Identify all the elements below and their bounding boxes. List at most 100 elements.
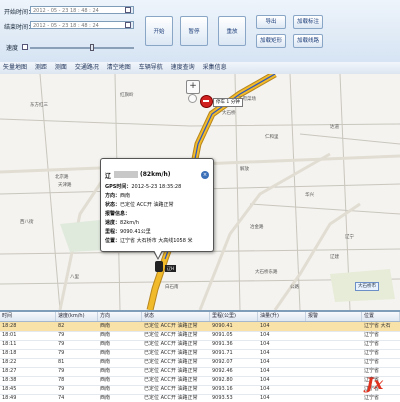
zoom-in-icon[interactable]: + xyxy=(186,80,200,94)
close-icon[interactable]: × xyxy=(201,171,209,179)
export-button[interactable]: 导出 xyxy=(256,15,286,29)
col-speed[interactable]: 速度(km/h) xyxy=(56,312,98,321)
table-cell-dir: 西南 xyxy=(100,323,111,329)
table-cell-pos: 辽宁省 大石 xyxy=(364,323,391,329)
stop-marker-icon[interactable] xyxy=(200,95,213,108)
menu-collect-info[interactable]: 采集信息 xyxy=(200,62,230,74)
table-cell-alarm xyxy=(306,376,308,385)
col-position[interactable]: 位置 xyxy=(362,312,400,321)
table-header: 时间 速度(km/h) 方向 状态 里程(公里) 油量(升) 报警 位置 xyxy=(0,312,400,322)
zoom-handle-icon[interactable] xyxy=(188,94,197,103)
map-place: 红旗岭 xyxy=(120,93,134,98)
stop-label: 停车 1 分钟 xyxy=(213,98,243,107)
table-cell-pos: 辽宁省 xyxy=(364,359,380,365)
menu-navigation[interactable]: 车辆导航 xyxy=(136,62,166,74)
table-cell-mileage: 9091.36 xyxy=(212,341,233,347)
map-place: 仁和里 xyxy=(265,135,279,140)
table-cell-alarm xyxy=(306,349,308,358)
menu-measure-distance[interactable]: 测距 xyxy=(32,62,50,74)
map-place: 辽建 xyxy=(330,255,339,260)
gps-time-label: GPS时间： xyxy=(105,184,132,190)
table-cell-status: 已定位 ACC开 油路正常 xyxy=(144,341,198,347)
table-cell-pos: 辽宁省 xyxy=(364,341,380,347)
table-cell-alarm xyxy=(306,340,308,349)
col-direction[interactable]: 方向 xyxy=(98,312,142,321)
table-cell-dir: 西南 xyxy=(100,332,111,338)
table-cell-status: 已定位 ACC开 油路正常 xyxy=(144,332,198,338)
add-marker-button[interactable]: 加载标注 xyxy=(293,15,323,29)
table-cell-time: 18:38 xyxy=(2,377,17,383)
map-place: 白石南 xyxy=(165,285,179,290)
menu-traffic[interactable]: 交通路况 xyxy=(72,62,102,74)
table-cell-status: 已定位 ACC开 油路正常 xyxy=(144,359,198,365)
table-cell-mileage: 9091.71 xyxy=(212,350,233,356)
map-place: 西八街 xyxy=(20,220,34,225)
map-place: 华兴 xyxy=(305,193,314,198)
end-time-input[interactable]: 2012 - 05 - 23 18 : 48 : 24 ▴▾ xyxy=(30,21,134,29)
table-cell-alarm xyxy=(306,358,308,367)
table-cell-pos: 辽宁省 xyxy=(364,332,380,338)
table-cell-mileage: 9091.05 xyxy=(212,332,233,338)
speed-checkbox[interactable] xyxy=(22,44,28,50)
map-place: 解放 xyxy=(240,167,249,172)
track-table: 时间 速度(km/h) 方向 状态 里程(公里) 油量(升) 报警 位置 18:… xyxy=(0,310,400,402)
menu-vector-map[interactable]: 矢量地图 xyxy=(0,62,30,74)
table-cell-time: 18:27 xyxy=(2,368,17,374)
start-time-checkbox[interactable] xyxy=(125,7,131,13)
table-cell-status: 已定位 ACC开 油路正常 xyxy=(144,350,198,356)
table-cell-time: 18:11 xyxy=(2,341,17,347)
table-cell-mileage: 9093.16 xyxy=(212,386,233,392)
end-time-checkbox[interactable] xyxy=(125,22,131,28)
vehicle-label: 辽H xyxy=(165,265,177,272)
col-mileage[interactable]: 里程(公里) xyxy=(210,312,258,321)
position-label: 位置： xyxy=(105,238,121,244)
table-cell-speed: 81 xyxy=(58,359,65,365)
table-cell-dir: 西南 xyxy=(100,395,111,401)
replay-button[interactable]: 重放 xyxy=(218,16,246,46)
pause-button[interactable]: 暂停 xyxy=(180,16,208,46)
table-cell-oil: 104 xyxy=(260,377,270,383)
start-button[interactable]: 开始 xyxy=(145,16,173,46)
mileage-value: 9090.41公里 xyxy=(120,229,151,235)
col-time[interactable]: 时间 xyxy=(0,312,56,321)
map-place: 八里 xyxy=(70,275,79,280)
add-rect-button[interactable]: 加载矩形 xyxy=(256,34,286,48)
map-place: 大石桥 xyxy=(222,111,236,116)
col-alarm[interactable]: 报警 xyxy=(306,312,362,321)
col-oil[interactable]: 油量(升) xyxy=(258,312,306,321)
speed-slider-track[interactable] xyxy=(30,47,134,49)
table-cell-time: 18:01 xyxy=(2,332,17,338)
table-cell-oil: 104 xyxy=(260,395,270,401)
popup-pointer-inner xyxy=(154,250,162,258)
popup-title-speed: (82km/h) xyxy=(140,171,171,178)
menu-speed-query[interactable]: 速度查询 xyxy=(168,62,198,74)
map-place: 北京路 xyxy=(55,175,69,180)
direction-label: 方向： xyxy=(105,193,121,199)
playback-control-panel: 开始时间： 2012 - 05 - 23 18 : 48 : 24 ▴▾ 结束时… xyxy=(0,0,400,63)
vehicle-icon[interactable] xyxy=(155,261,163,272)
map-view[interactable]: + 天府菜场 大石桥 红旗岭 东方红三 仁和里 达道 北京路 天津路 解放 华兴… xyxy=(0,74,400,310)
menu-measure-area[interactable]: 测面 xyxy=(52,62,70,74)
table-cell-dir: 西南 xyxy=(100,386,111,392)
add-line-button[interactable]: 加载线路 xyxy=(293,34,323,48)
speed-label: 速度： xyxy=(105,220,121,226)
table-cell-alarm xyxy=(306,394,308,402)
table-cell-time: 18:45 xyxy=(2,386,17,392)
table-cell-speed: 79 xyxy=(58,350,65,356)
table-cell-dir: 西南 xyxy=(100,377,111,383)
start-time-input[interactable]: 2012 - 05 - 23 18 : 48 : 24 ▴▾ xyxy=(30,6,134,14)
map-place: 辽宁 xyxy=(345,235,354,240)
table-row[interactable]: 18:49 74 西南 已定位 ACC开 油路正常 9093.53 104 辽宁省 xyxy=(0,394,400,402)
table-cell-speed: 82 xyxy=(58,323,65,329)
map-place: 冶金路 xyxy=(250,225,264,230)
position-value: 辽宁省 大石桥市 大高线1058 米 xyxy=(120,238,193,244)
table-cell-oil: 104 xyxy=(260,341,270,347)
col-status[interactable]: 状态 xyxy=(142,312,210,321)
map-place: 天津路 xyxy=(58,183,72,188)
map-place: 公路 xyxy=(290,285,299,290)
menu-clear-map[interactable]: 清空地图 xyxy=(104,62,134,74)
speed-slider-thumb[interactable] xyxy=(90,44,94,51)
table-cell-pos: 辽宁省 xyxy=(364,350,380,356)
vehicle-info-popup: 辽 (82km/h) × GPS时间：2012-5-23 18:35:28 方向… xyxy=(100,158,214,260)
alarm-label: 报警信息： xyxy=(105,211,131,217)
